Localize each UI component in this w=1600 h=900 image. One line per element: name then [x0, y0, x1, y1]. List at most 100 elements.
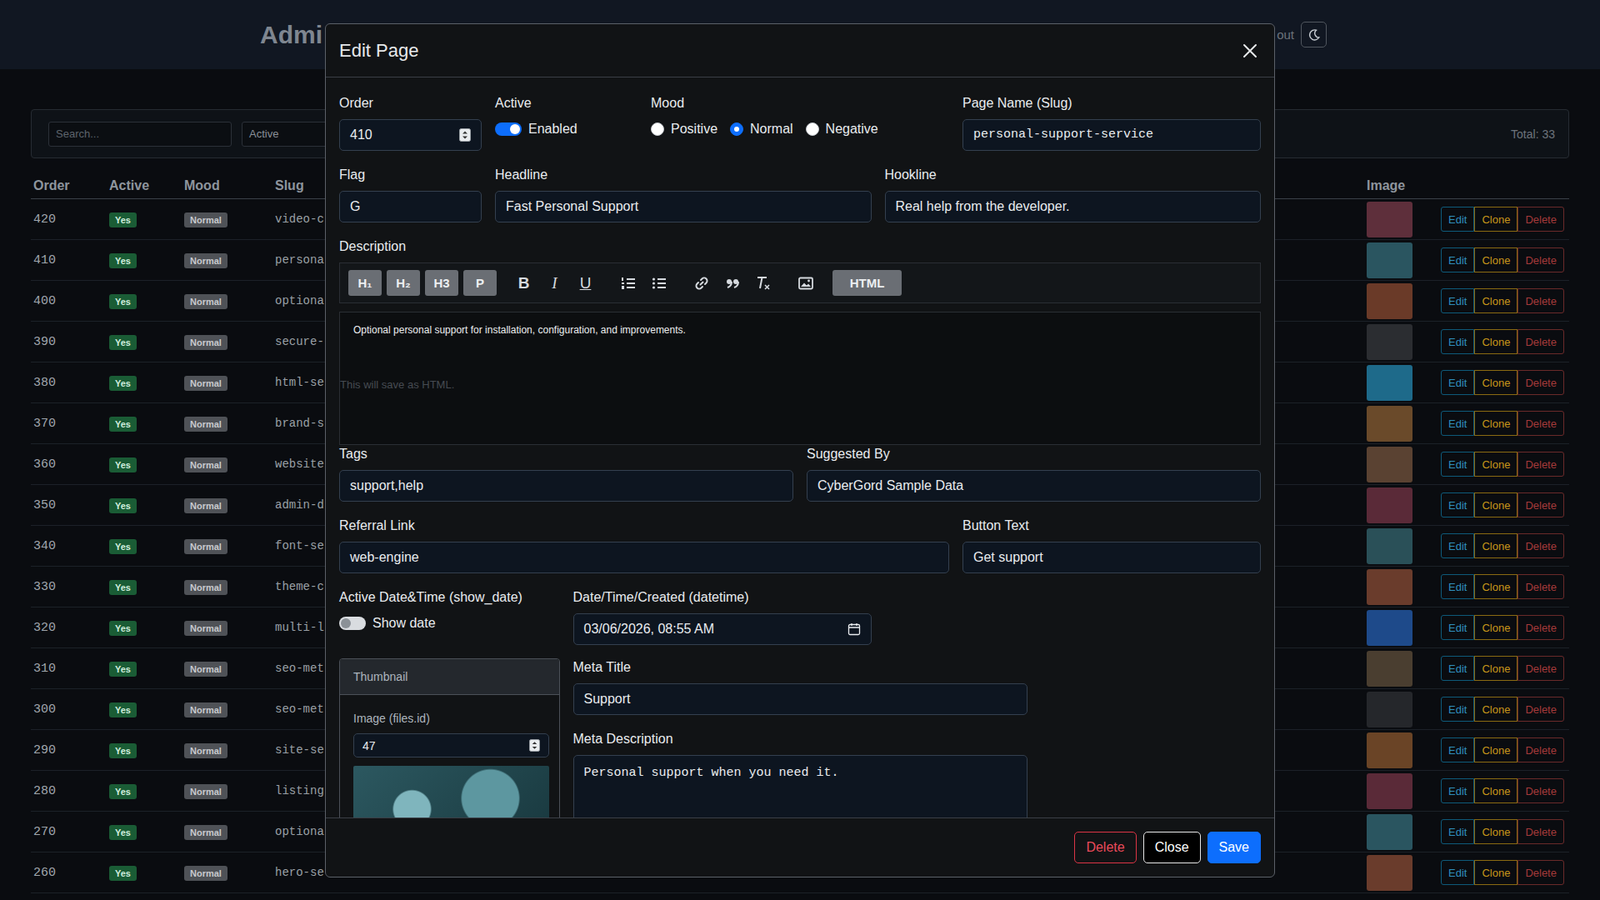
row-action-button[interactable]: Edit	[1440, 247, 1475, 273]
row-action-button[interactable]: Edit	[1440, 819, 1475, 845]
row-action-button[interactable]: Delete	[1517, 615, 1565, 640]
switch[interactable]	[495, 122, 522, 136]
image-id-input[interactable]: 47	[353, 733, 550, 758]
calendar-icon[interactable]	[847, 622, 861, 636]
row-action-button[interactable]: Delete	[1517, 288, 1565, 314]
row-action-button[interactable]: Edit	[1440, 615, 1475, 640]
close-button[interactable]	[1239, 40, 1261, 62]
row-action-button[interactable]: Delete	[1517, 492, 1565, 518]
row-action-button[interactable]: Edit	[1440, 574, 1475, 600]
row-action-button[interactable]: Clone	[1474, 574, 1518, 600]
spinner-icon[interactable]	[529, 739, 540, 752]
row-action-button[interactable]: Clone	[1474, 655, 1518, 681]
bullet-list-button[interactable]	[643, 270, 675, 296]
spinner-icon[interactable]	[459, 128, 471, 142]
active-toggle[interactable]: Enabled	[495, 119, 638, 140]
tags-input[interactable]: support,help	[339, 470, 794, 502]
row-action-button[interactable]: Clone	[1474, 860, 1518, 885]
slug-input[interactable]: personal-support-service	[962, 119, 1261, 151]
link-button[interactable]	[685, 270, 717, 296]
row-action-button[interactable]: Clone	[1474, 329, 1518, 355]
row-action-button[interactable]: Edit	[1440, 655, 1475, 681]
button-text-input[interactable]: Get support	[962, 541, 1261, 574]
row-action-button[interactable]: Delete	[1517, 696, 1565, 722]
row-action-button[interactable]: Clone	[1474, 533, 1518, 559]
row-action-button[interactable]: Clone	[1474, 206, 1518, 232]
row-action-button[interactable]: Delete	[1517, 206, 1565, 232]
row-action-button[interactable]: Clone	[1474, 819, 1518, 845]
block-button[interactable]: H₂	[386, 270, 420, 296]
row-action-button[interactable]: Clone	[1474, 696, 1518, 722]
row-action-button[interactable]: Edit	[1440, 492, 1475, 518]
row-action-button[interactable]: Edit	[1440, 410, 1475, 436]
flag-input[interactable]: G	[339, 190, 482, 223]
row-action-button[interactable]: Clone	[1474, 370, 1518, 395]
footer-button[interactable]: Close	[1143, 831, 1201, 864]
row-action-button[interactable]: Edit	[1440, 696, 1475, 722]
row-action-button[interactable]: Delete	[1517, 451, 1565, 477]
switch[interactable]	[339, 616, 366, 630]
order-input[interactable]: 410	[339, 119, 482, 151]
row-action-button[interactable]: Edit	[1440, 737, 1475, 763]
format-button[interactable]: I	[539, 270, 570, 296]
row-action-button[interactable]: Clone	[1474, 410, 1518, 436]
row-action-button[interactable]: Edit	[1440, 206, 1475, 232]
row-action-button[interactable]: Clone	[1474, 288, 1518, 314]
row-action-button[interactable]: Delete	[1517, 247, 1565, 273]
theme-toggle-button[interactable]	[1300, 21, 1327, 48]
row-action-button[interactable]: Delete	[1517, 655, 1565, 681]
hookline-input[interactable]: Real help from the developer.	[885, 190, 1262, 223]
row-action-button[interactable]: Edit	[1440, 860, 1475, 885]
image-button[interactable]	[790, 270, 821, 296]
row-action-button[interactable]: Delete	[1517, 737, 1565, 763]
row-action-button[interactable]: Delete	[1517, 574, 1565, 600]
column-header: Order	[33, 178, 110, 194]
html-button[interactable]: HTML	[832, 270, 902, 296]
row-action-button[interactable]: Edit	[1440, 288, 1475, 314]
meta-description-textarea[interactable]: Personal support when you need it.	[573, 755, 1028, 818]
footer-button[interactable]: Delete	[1074, 831, 1136, 864]
show-date-toggle[interactable]: Show date	[339, 613, 560, 634]
row-action-button[interactable]: Delete	[1517, 533, 1565, 559]
block-button[interactable]: P	[463, 270, 497, 296]
suggested-by-input[interactable]: CyberGord Sample Data	[806, 470, 1261, 502]
datetime-input[interactable]: 03/06/2026, 08:55 AM	[573, 613, 872, 645]
row-action-button[interactable]: Clone	[1474, 492, 1518, 518]
block-button[interactable]: H3	[425, 270, 459, 296]
format-button[interactable]: B	[508, 270, 540, 296]
row-action-button[interactable]: Clone	[1474, 247, 1518, 273]
search-input[interactable]: Search...	[48, 121, 232, 147]
row-action-button[interactable]: Edit	[1440, 451, 1475, 477]
row-action-button[interactable]: Delete	[1517, 819, 1565, 845]
ordered-list-button[interactable]	[612, 270, 644, 296]
row-action-button[interactable]: Edit	[1440, 370, 1475, 395]
row-action-button[interactable]: Delete	[1517, 329, 1565, 355]
meta-title-input[interactable]: Support	[573, 683, 1028, 715]
active-badge: Yes	[109, 743, 137, 759]
referral-link-input[interactable]: web-engine	[339, 541, 950, 574]
row-action-button[interactable]: Edit	[1440, 533, 1475, 559]
mood-radio[interactable]: Normal	[730, 121, 794, 137]
row-action-button[interactable]: Delete	[1517, 860, 1565, 885]
logout-link[interactable]: out	[1276, 27, 1295, 42]
description-editor[interactable]: Optional personal support for installati…	[339, 311, 1261, 445]
headline-input[interactable]: Fast Personal Support	[495, 190, 872, 223]
row-action-button[interactable]: Clone	[1474, 778, 1518, 804]
format-button[interactable]: U	[570, 270, 601, 296]
row-action-button[interactable]: Delete	[1517, 410, 1565, 436]
clear-format-button[interactable]	[747, 270, 779, 296]
mood-radio[interactable]: Positive	[650, 121, 718, 137]
block-button[interactable]: H₁	[348, 270, 382, 296]
row-action-button[interactable]: Edit	[1440, 329, 1475, 355]
field-label: Order	[339, 94, 482, 113]
mood-radio[interactable]: Negative	[805, 121, 879, 137]
quote-button[interactable]	[716, 270, 748, 296]
row-action-button[interactable]: Delete	[1517, 370, 1565, 395]
row-actions: EditCloneDelete	[1440, 574, 1570, 600]
footer-button[interactable]: Save	[1207, 831, 1261, 864]
row-action-button[interactable]: Clone	[1474, 737, 1518, 763]
row-action-button[interactable]: Edit	[1440, 778, 1475, 804]
row-action-button[interactable]: Clone	[1474, 451, 1518, 477]
row-action-button[interactable]: Delete	[1517, 778, 1565, 804]
row-action-button[interactable]: Clone	[1474, 615, 1518, 640]
